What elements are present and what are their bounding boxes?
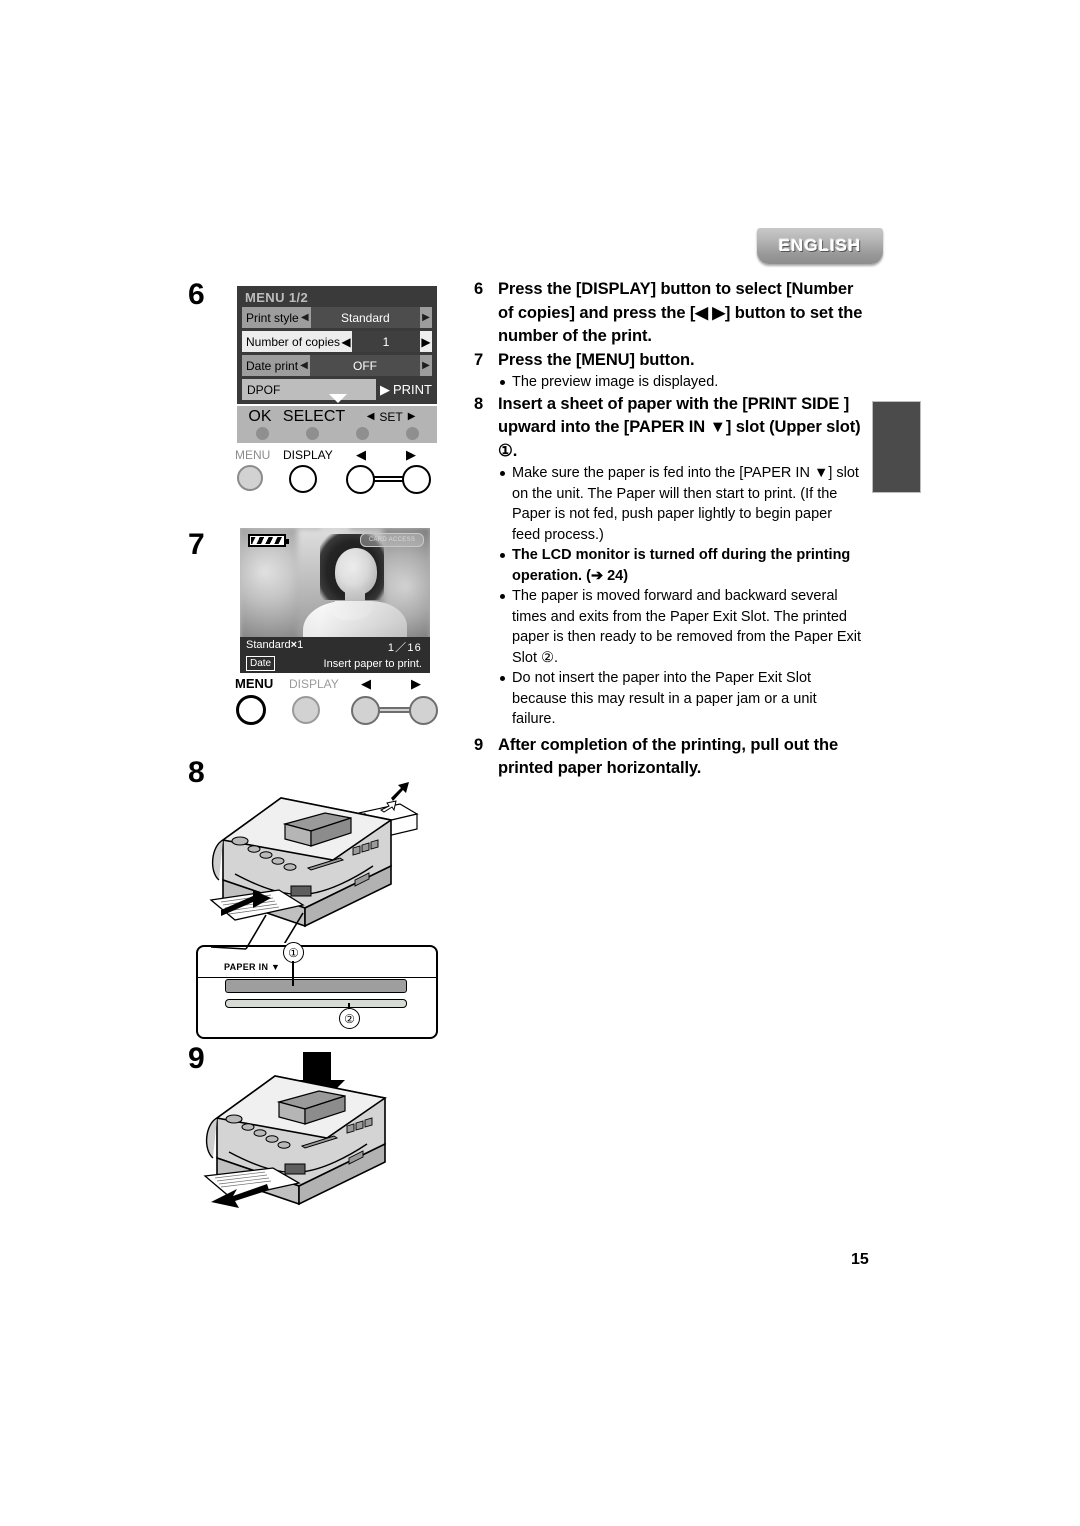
- step-notes: Make sure the paper is fed into the [PAP…: [498, 463, 864, 730]
- softkey-ok-label: OK: [248, 407, 272, 425]
- instruction-text-column: 6 Press the [DISPLAY] button to select […: [474, 278, 864, 781]
- detail-leader-lines: [210, 914, 267, 950]
- softkey-right-button[interactable]: [387, 426, 437, 440]
- note-item: The preview image is displayed.: [498, 372, 864, 393]
- menu-row-value: OFF: [310, 355, 420, 376]
- left-arrow-icon: ◀: [366, 411, 375, 422]
- step-heading: Insert a sheet of paper with the [PRINT …: [498, 394, 861, 460]
- note-item-lcd-off: The LCD monitor is turned off during the…: [498, 545, 864, 586]
- chapter-index-tab: [872, 401, 921, 493]
- menu-button[interactable]: [237, 465, 263, 491]
- step-heading: Press the [DISPLAY] button to select [Nu…: [498, 280, 863, 345]
- step-6: 6 Press the [DISPLAY] button to select […: [474, 278, 864, 349]
- callout-2-leader: [348, 1003, 350, 1009]
- softkey-set-group: ◀ SET ▶: [345, 410, 437, 424]
- preview-index: 1／16: [387, 642, 422, 654]
- right-arrow-icon: ▶: [411, 676, 421, 691]
- page-number: 15: [851, 1251, 869, 1268]
- left-arrow-icon[interactable]: ◀: [340, 331, 353, 352]
- softkey-ok-button[interactable]: [237, 426, 287, 440]
- display-button[interactable]: [289, 465, 317, 493]
- right-arrow-button[interactable]: [402, 465, 431, 494]
- manual-page: ENGLISH 6 MENU 1/2 Print style ◀ Standar…: [0, 0, 1080, 1526]
- softkey-select-label: SELECT: [282, 407, 346, 425]
- paper-exit-slot: [225, 999, 407, 1008]
- date-badge: Date: [246, 656, 276, 671]
- right-arrow-icon[interactable]: ▶: [420, 331, 432, 352]
- softkey-select-button[interactable]: [287, 426, 337, 440]
- callout-1-leader: [292, 961, 294, 986]
- step-number: 6: [474, 280, 484, 298]
- display-button-label: DISPLAY: [289, 677, 339, 691]
- language-tab-label: ENGLISH: [778, 236, 862, 255]
- softkey-bar: OK SELECT ◀ SET ▶: [237, 406, 437, 443]
- paper-in-slot: [225, 979, 407, 993]
- play-arrow-icon: ▶: [380, 381, 390, 397]
- right-arrow-icon[interactable]: ▶: [420, 355, 432, 376]
- menu-row-print-style[interactable]: Print style ◀ Standard ▶: [242, 307, 432, 328]
- preview-screen: CARD ACCESS Standard×1 1／16 Date Insert …: [240, 528, 430, 673]
- menu-screen: MENU 1/2 Print style ◀ Standard ▶ Number…: [237, 286, 437, 404]
- step-number: 7: [474, 350, 484, 369]
- callout-2: ②: [339, 1008, 360, 1029]
- softkey-left-button[interactable]: [337, 426, 387, 440]
- down-caret-icon: [329, 394, 347, 403]
- note-item: Do not insert the paper into the Paper E…: [498, 668, 864, 730]
- left-arrow-button[interactable]: [351, 696, 380, 725]
- menu-button-label: MENU: [235, 676, 274, 691]
- left-arrow-icon: ◀: [356, 447, 366, 462]
- card-access-indicator: CARD ACCESS: [360, 533, 424, 547]
- hardware-button-row-6: MENU DISPLAY ◀ ▶: [233, 447, 443, 494]
- dpof-label: DPOF: [242, 379, 376, 400]
- preview-status-bar: Standard×1 1／16 Date Insert paper to pri…: [240, 637, 430, 673]
- step-number: 8: [474, 394, 484, 413]
- left-arrow-icon[interactable]: ◀: [298, 307, 311, 328]
- left-arrow-button[interactable]: [346, 465, 375, 494]
- paper-in-label: PAPER IN ▼: [224, 962, 281, 972]
- note-item: The paper is moved forward and backward …: [498, 586, 864, 668]
- left-arrow-icon: ◀: [361, 676, 371, 691]
- figure-step-number-6: 6: [188, 278, 205, 311]
- step-notes: The preview image is displayed.: [498, 372, 864, 393]
- menu-row-label: Number of copies: [242, 331, 341, 352]
- left-arrow-icon[interactable]: ◀: [298, 355, 311, 376]
- menu-button-label: MENU: [235, 448, 271, 462]
- step-9: 9 After completion of the printing, pull…: [474, 734, 864, 781]
- note-item: Make sure the paper is fed into the [PAP…: [498, 463, 864, 545]
- battery-icon: [248, 534, 289, 547]
- menu-title: MENU 1/2: [245, 290, 309, 305]
- menu-row-value: Standard: [310, 307, 420, 328]
- right-arrow-button[interactable]: [409, 696, 438, 725]
- right-arrow-icon[interactable]: ▶: [420, 307, 432, 328]
- menu-row-label: Date print: [242, 355, 299, 376]
- right-arrow-icon: ▶: [406, 447, 416, 462]
- paper-slot-detail-panel: PAPER IN ▼ ① ②: [196, 942, 438, 1039]
- menu-row-date-print[interactable]: Date print ◀ OFF ▶: [242, 355, 432, 376]
- step-8: 8 Insert a sheet of paper with the [PRIN…: [474, 393, 864, 730]
- menu-button[interactable]: [236, 695, 266, 725]
- print-label: PRINT: [393, 382, 432, 397]
- display-button-label: DISPLAY: [283, 448, 333, 462]
- figure-step-number-7: 7: [188, 528, 205, 561]
- step-number: 9: [474, 735, 484, 754]
- hardware-button-row-7: MENU DISPLAY ◀ ▶: [233, 676, 443, 725]
- menu-row-number-of-copies[interactable]: Number of copies ◀ 1 ▶: [242, 331, 432, 352]
- panel-divider: [198, 977, 436, 978]
- menu-row-label: Print style: [242, 307, 299, 328]
- step-heading: Press the [MENU] button.: [498, 350, 695, 369]
- step-heading: After completion of the printing, pull o…: [498, 735, 839, 778]
- language-tab: ENGLISH: [757, 228, 883, 264]
- display-button[interactable]: [292, 696, 320, 724]
- preview-message: Insert paper to print.: [323, 657, 422, 670]
- softkey-set-label: SET: [379, 409, 403, 424]
- step-7: 7 Press the [MENU] button. The preview i…: [474, 349, 864, 393]
- printer-pullout-illustration: [203, 1052, 388, 1208]
- right-arrow-icon: ▶: [407, 411, 416, 422]
- menu-row-value: 1: [352, 331, 420, 352]
- preview-print-style: Standard×1: [246, 639, 304, 651]
